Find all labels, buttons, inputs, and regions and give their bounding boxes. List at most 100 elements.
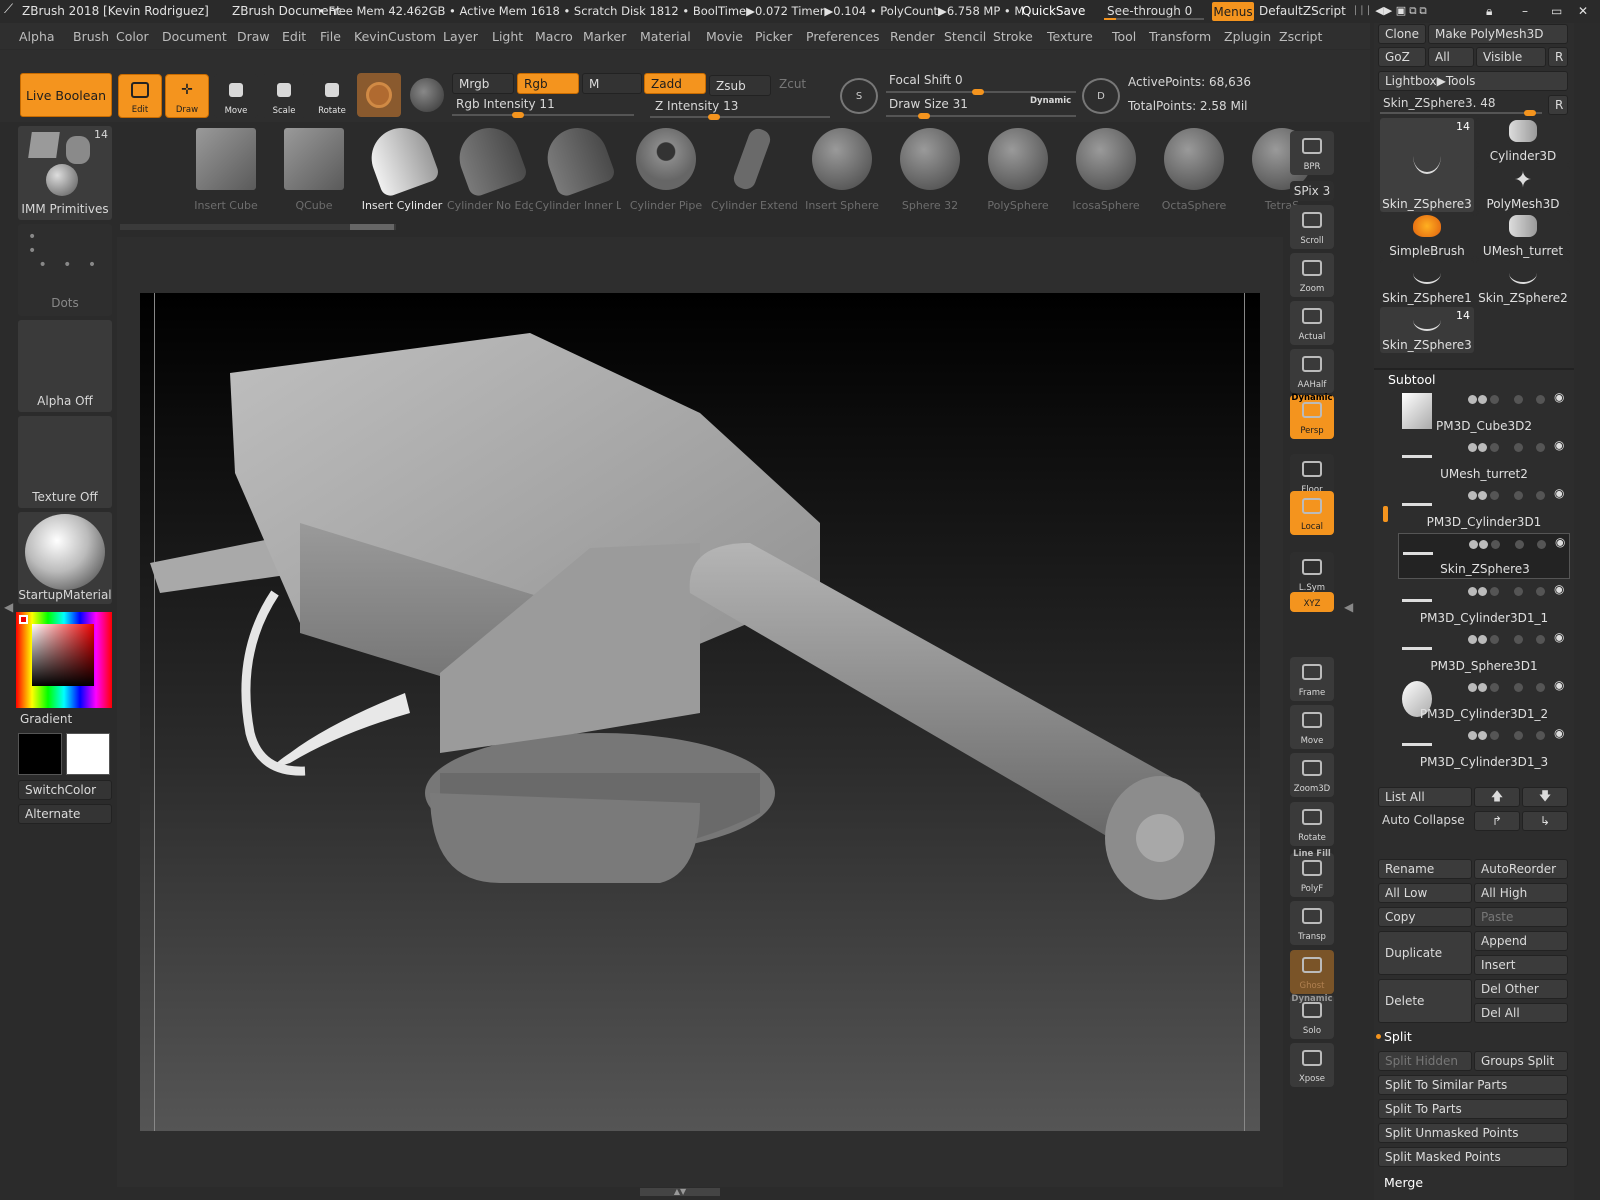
primitive-qcube[interactable]: QCube (271, 124, 357, 214)
list-all-button[interactable]: List All (1378, 787, 1472, 807)
subtool-toggle-icon[interactable] (1468, 635, 1477, 644)
subtool-toggle-icon[interactable] (1514, 587, 1523, 596)
dots-stroke[interactable]: • • • • • Dots (18, 224, 112, 316)
rgb-intensity-track[interactable] (452, 112, 634, 118)
menu-item-color[interactable]: Color (116, 29, 149, 44)
zadd-toggle[interactable]: Zadd (644, 73, 706, 94)
autoreorder-button[interactable]: AutoReorder (1474, 859, 1568, 879)
clone-button[interactable]: Clone (1378, 24, 1426, 44)
subtool-toggle-icon[interactable] (1514, 395, 1523, 404)
menu-item-alpha[interactable]: Alpha (19, 29, 55, 44)
menu-item-document[interactable]: Document (162, 29, 227, 44)
subtool-toggle-icon[interactable] (1490, 395, 1499, 404)
subtool-toggles[interactable]: ◉ (1456, 726, 1568, 741)
menu-item-brush[interactable]: Brush (73, 29, 109, 44)
insert-below-icon[interactable]: ↳ (1522, 811, 1568, 831)
subtool-toggles[interactable]: ◉ (1456, 678, 1568, 693)
subtool-toggle-icon[interactable] (1468, 731, 1477, 740)
eye-icon[interactable]: ◉ (1554, 390, 1564, 404)
subtool-toggle-icon[interactable] (1478, 443, 1487, 452)
eye-icon[interactable]: ◉ (1554, 486, 1564, 500)
subtool-item[interactable]: ◉ PM3D_Cylinder3D1_1 (1398, 581, 1570, 627)
eye-icon[interactable]: ◉ (1554, 678, 1564, 692)
subtool-item[interactable]: ◉ PM3D_Cylinder3D1_3 (1398, 725, 1570, 771)
menus-toggle[interactable]: Menus (1212, 2, 1254, 21)
edit-button[interactable]: Edit (118, 74, 162, 118)
shelf-xpose-button[interactable]: Xpose (1290, 1043, 1334, 1087)
primitive-cylinder-no-edg[interactable]: Cylinder No Edg (447, 119, 533, 214)
menu-item-stroke[interactable]: Stroke (993, 29, 1033, 44)
focal-shift-slider[interactable]: Focal Shift 0 (889, 73, 1039, 93)
primitive-cylinder-pipe[interactable]: Cylinder Pipe (623, 124, 709, 214)
subtool-toggle-icon[interactable] (1515, 540, 1524, 549)
subtool-toggles[interactable]: ◉ (1456, 582, 1568, 597)
menu-item-texture[interactable]: Texture (1047, 29, 1093, 44)
auto-collapse-button[interactable]: Auto Collapse (1382, 813, 1465, 827)
shelf-bpr-button[interactable]: BPR (1290, 131, 1334, 175)
rgb-intensity-knob[interactable] (512, 112, 524, 118)
subtool-toggles[interactable]: ◉ (1456, 630, 1568, 645)
default-zscript-button[interactable]: DefaultZScript (1259, 4, 1346, 18)
subtool-toggles[interactable]: ◉ (1457, 535, 1569, 550)
primitive-insert-sphere[interactable]: Insert Sphere (799, 124, 885, 214)
bottom-tray-toggle[interactable]: ▲▼ (640, 1188, 720, 1196)
merge-section-header[interactable]: Merge (1384, 1175, 1423, 1190)
subtool-toggle-icon[interactable] (1479, 540, 1488, 549)
rgb-toggle[interactable]: Rgb (517, 73, 579, 94)
subtool-toggle-icon[interactable] (1536, 491, 1545, 500)
subtool-toggle-icon[interactable] (1536, 587, 1545, 596)
primitive-sphere-32[interactable]: Sphere 32 (887, 124, 973, 214)
make-polymesh-button[interactable]: Make PolyMesh3D (1428, 24, 1568, 44)
lightbox-tools-button[interactable]: Lightbox▶Tools (1378, 71, 1568, 91)
draw-size-slider[interactable]: Draw Size 31 (889, 97, 1039, 117)
menu-item-macro[interactable]: Macro (535, 29, 573, 44)
collapse-left-arrow[interactable]: ◀ (4, 600, 13, 614)
rotate-button[interactable]: Rotate (310, 74, 354, 118)
stroke-s-icon[interactable]: S (840, 78, 878, 114)
subtool-toggles[interactable]: ◉ (1456, 438, 1568, 453)
viewport-canvas[interactable] (140, 293, 1260, 1131)
tool-thumb-skin-zsphere2[interactable]: Skin_ZSphere2 (1476, 260, 1570, 306)
subtool-toggle-icon[interactable] (1490, 683, 1499, 692)
menu-item-draw[interactable]: Draw (237, 29, 270, 44)
palette-scroll-thumb[interactable] (350, 224, 394, 230)
subtool-toggle-icon[interactable] (1537, 540, 1546, 549)
split-unmasked-button[interactable]: Split Unmasked Points (1378, 1123, 1568, 1143)
subtool-toggle-icon[interactable] (1536, 395, 1545, 404)
see-through-knob[interactable] (1104, 18, 1116, 20)
append-button[interactable]: Append (1474, 931, 1568, 951)
menu-item-edit[interactable]: Edit (282, 29, 306, 44)
shelf-zoom3d-button[interactable]: Zoom3D (1290, 753, 1334, 797)
menu-item-kevincustom[interactable]: KevinCustom (354, 29, 436, 44)
palette-scrollbar[interactable] (120, 224, 396, 230)
subtool-toggle-icon[interactable] (1478, 635, 1487, 644)
paste-button[interactable]: Paste (1474, 907, 1568, 927)
move-down-icon[interactable]: 🡇 (1522, 787, 1568, 807)
eye-icon[interactable]: ◉ (1554, 726, 1564, 740)
subtool-toggle-icon[interactable] (1536, 683, 1545, 692)
menu-item-material[interactable]: Material (640, 29, 691, 44)
subtool-scroll-thumb[interactable] (1383, 506, 1388, 522)
subtool-toggle-icon[interactable] (1478, 683, 1487, 692)
shelf-move-button[interactable]: Move (1290, 705, 1334, 749)
subtool-toggle-icon[interactable] (1514, 635, 1523, 644)
stroke-d-icon[interactable]: D (1082, 78, 1120, 114)
dynamic-toggle[interactable]: Dynamic (1030, 96, 1071, 106)
maximize-icon[interactable]: ▭ (1551, 4, 1562, 18)
menu-item-picker[interactable]: Picker (755, 29, 792, 44)
eye-icon[interactable]: ◉ (1554, 630, 1564, 644)
current-tool-knob[interactable] (1524, 110, 1536, 116)
subtool-item[interactable]: ◉ PM3D_Cube3D2 (1398, 389, 1570, 435)
split-hidden-button[interactable]: Split Hidden (1378, 1051, 1472, 1071)
m-toggle[interactable]: M (582, 73, 642, 94)
subtool-toggle-icon[interactable] (1491, 540, 1500, 549)
tool-thumb-polymesh3d[interactable]: ✦ PolyMesh3D (1476, 166, 1570, 212)
rename-button[interactable]: Rename (1378, 859, 1472, 879)
subtool-toggles[interactable]: ◉ (1456, 486, 1568, 501)
startup-material-button[interactable]: StartupMaterial (18, 512, 112, 604)
subtool-toggle-icon[interactable] (1468, 587, 1477, 596)
lock-icon[interactable]: 🔒︎ (1486, 4, 1492, 19)
split-similar-parts-button[interactable]: Split To Similar Parts (1378, 1075, 1568, 1095)
goz-visible-button[interactable]: Visible (1476, 47, 1546, 67)
tool-thumb-simplebrush[interactable]: SimpleBrush (1380, 213, 1474, 259)
